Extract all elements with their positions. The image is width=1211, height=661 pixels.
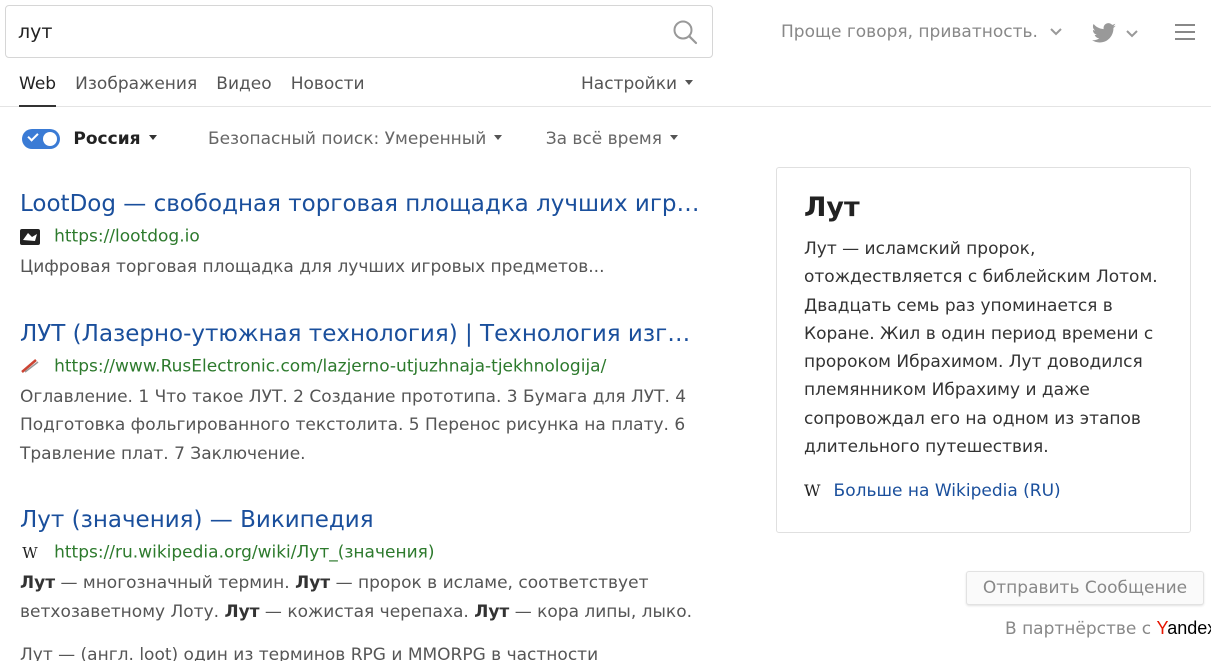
wikipedia-icon: W <box>22 543 38 562</box>
safe-search-filter[interactable]: Безопасный поиск: Умеренный <box>207 124 503 154</box>
time-filter[interactable]: За всё время <box>546 124 678 154</box>
tab-web[interactable]: Web <box>19 70 57 107</box>
filters-bar: Россия Безопасный поиск: Умеренный За вс… <box>22 124 678 154</box>
snippet-bold: Лут <box>295 573 331 593</box>
result-url[interactable]: https://www.RusElectronic.com/lazjerno-u… <box>54 356 606 376</box>
privacy-label: Проще говоря, приватность. <box>781 22 1038 42</box>
toggle-knob <box>43 132 57 146</box>
result-url[interactable]: https://ru.wikipedia.org/wiki/Лут_(значе… <box>54 543 434 563</box>
knowledge-panel-title: Лут <box>804 192 860 223</box>
knowledge-panel: Лут Лут — исламский пророк, отождествляе… <box>776 167 1191 533</box>
safe-search-label: Безопасный поиск: Умеренный <box>207 129 487 149</box>
knowledge-panel-text: Лут — исламский пророк, отождествляется … <box>804 239 1158 458</box>
snippet-text: — кожистая черепаха. <box>259 601 475 622</box>
yandex-logo[interactable]: Yandex <box>1157 618 1211 638</box>
wikipedia-icon: W <box>804 481 821 501</box>
lootdog-icon <box>20 228 40 245</box>
region-toggle[interactable] <box>22 129 60 149</box>
search-icon[interactable] <box>672 19 698 45</box>
result-item: LootDog — свободная торговая площадка лу… <box>20 186 720 282</box>
search-box[interactable] <box>5 5 713 58</box>
check-icon <box>27 130 39 142</box>
caret-down-icon <box>685 79 694 85</box>
results-list: LootDog — свободная торговая площадка лу… <box>20 186 720 660</box>
snippet-text: — многозначный термин. <box>55 573 296 593</box>
snippet-text: — кора липы, лыко. <box>509 601 693 622</box>
time-label: За всё время <box>545 129 662 149</box>
tab-news[interactable]: Новости <box>291 70 365 107</box>
caret-down-icon <box>669 134 678 140</box>
result-url[interactable]: https://lootdog.io <box>54 227 200 247</box>
search-tabs: Web Изображения Видео Новости <box>19 70 379 107</box>
region-label: Россия <box>73 129 141 149</box>
tab-video[interactable]: Видео <box>216 70 271 107</box>
result-snippet: Цифровая торговая площадка для лучших иг… <box>20 257 605 277</box>
result-snippet-overflow: Лут — (англ. loot) один из терминов RPG … <box>20 645 599 661</box>
twitter-icon <box>1092 23 1116 43</box>
send-feedback-button[interactable]: Отправить Сообщение <box>966 571 1204 605</box>
snippet-bold: Лут <box>474 601 510 622</box>
wikipedia-link[interactable]: Больше на Wikipedia (RU) <box>834 481 1061 501</box>
hamburger-menu-icon[interactable] <box>1175 24 1195 42</box>
search-input[interactable] <box>18 6 658 57</box>
partner-credit: В партнёрстве с Yandex <box>1005 618 1211 639</box>
result-title[interactable]: ЛУТ (Лазерно-утюжная технология) | Техно… <box>20 316 700 352</box>
chevron-down-icon <box>1050 28 1063 36</box>
header: Проще говоря, приватность. Web Изображен… <box>0 0 1211 107</box>
result-item: ЛУТ (Лазерно-утюжная технология) | Техно… <box>20 316 720 469</box>
tab-images[interactable]: Изображения <box>75 70 197 107</box>
settings-label: Настройки <box>581 74 678 94</box>
twitter-menu[interactable] <box>1091 20 1139 48</box>
settings-menu[interactable]: Настройки <box>581 70 694 98</box>
chevron-down-icon <box>1126 30 1138 38</box>
privacy-menu[interactable]: Проще говоря, приватность. <box>781 22 1063 42</box>
caret-down-icon <box>148 134 157 140</box>
result-snippet: Лут — многозначный термин. Лут — пророк … <box>20 569 720 626</box>
snippet-bold: Лут <box>20 573 56 593</box>
snippet-bold: Лут <box>224 601 260 622</box>
partner-label: В партнёрстве с <box>1005 619 1152 639</box>
ruselectronic-icon <box>21 359 39 373</box>
result-snippet: Оглавление. 1 Что такое ЛУТ. 2 Создание … <box>20 386 687 464</box>
knowledge-panel-source: W Больше на Wikipedia (RU) <box>804 481 1163 501</box>
region-filter[interactable]: Россия <box>73 124 157 154</box>
result-title[interactable]: LootDog — свободная торговая площадка лу… <box>20 186 700 222</box>
caret-down-icon <box>494 134 503 140</box>
result-item: Лут (значения) — Википедия W https://ru.… <box>20 502 720 626</box>
result-title[interactable]: Лут (значения) — Википедия <box>20 502 700 538</box>
